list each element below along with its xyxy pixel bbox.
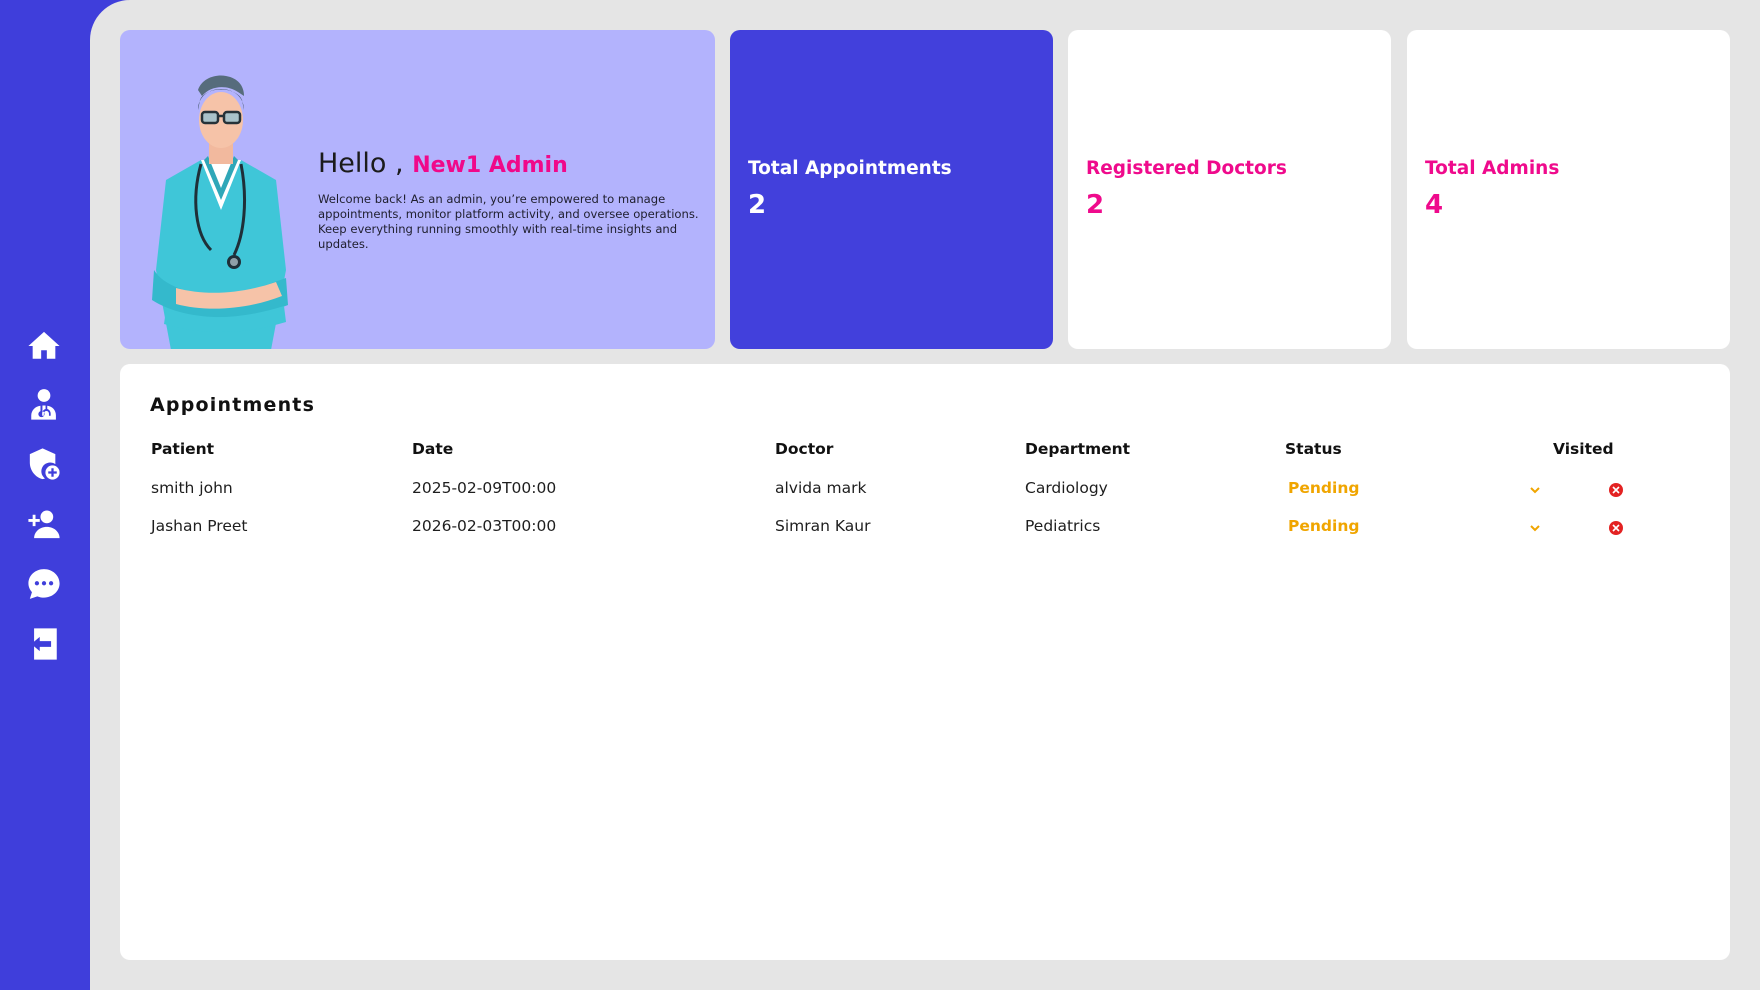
stat-card-registered-doctors: Registered Doctors 2 [1068,30,1391,349]
appointments-panel: Appointments Patient Date Doctor Departm… [120,364,1730,960]
department-cell: Cardiology [1025,479,1108,497]
stat-title: Total Admins [1425,158,1560,179]
appointments-title: Appointments [150,394,316,416]
welcome-banner: Hello , New1 Admin Welcome back! As an a… [120,30,715,349]
greeting-label: Hello , [318,148,404,179]
welcome-description: Welcome back! As an admin, you’re empowe… [318,192,699,251]
stat-value: 2 [1086,190,1105,220]
stat-title: Total Appointments [748,158,952,179]
department-cell: Pediatrics [1025,517,1101,535]
doctor-cell: Simran Kaur [775,517,871,535]
chevron-down-icon[interactable] [1528,520,1542,534]
stat-value: 4 [1425,190,1444,220]
shield-plus-icon[interactable] [26,446,62,482]
not-visited-icon[interactable] [1609,483,1623,497]
column-header-visited: Visited [1553,440,1614,458]
doctor-cell: alvida mark [775,479,867,497]
greeting-heading: Hello , New1 Admin [318,146,703,184]
chat-icon[interactable] [26,566,62,602]
patient-cell: smith john [151,479,233,497]
home-icon[interactable] [26,328,62,364]
stat-card-total-admins: Total Admins 4 [1407,30,1730,349]
not-visited-icon[interactable] [1609,521,1623,535]
admin-name: New1 Admin [412,153,568,178]
doctor-illustration [152,75,288,349]
patient-cell: Jashan Preet [151,517,248,535]
date-cell: 2026-02-03T00:00 [412,517,557,535]
column-header-patient: Patient [151,440,215,458]
status-select[interactable]: Pending [1288,479,1359,497]
date-cell: 2025-02-09T00:00 [412,479,557,497]
stat-card-total-appointments: Total Appointments 2 [730,30,1053,349]
status-select[interactable]: Pending [1288,517,1359,535]
sidebar [0,0,90,990]
column-header-status: Status [1285,440,1342,458]
chevron-down-icon[interactable] [1528,482,1542,496]
stat-value: 2 [748,190,767,220]
welcome-text: Hello , New1 Admin Welcome back! As an a… [318,146,703,252]
stat-title: Registered Doctors [1086,158,1287,179]
column-header-doctor: Doctor [775,440,834,458]
doctor-icon[interactable] [26,386,62,422]
column-header-department: Department [1025,440,1131,458]
logout-icon[interactable] [26,626,62,662]
add-user-icon[interactable] [26,506,62,542]
column-header-date: Date [412,440,454,458]
main-content: Hello , New1 Admin Welcome back! As an a… [90,0,1760,990]
